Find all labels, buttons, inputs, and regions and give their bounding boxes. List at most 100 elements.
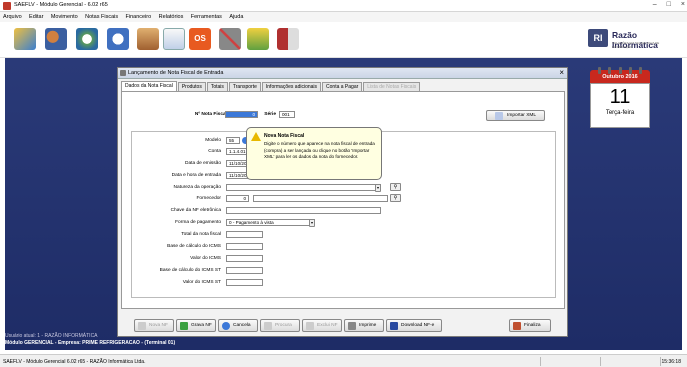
menu-relatorios[interactable]: Relatórios: [156, 12, 187, 22]
chave-label: Chave da NF eletrônica: [170, 208, 221, 213]
calendar-widget: Outubro 2016 11 Terça-feira: [590, 67, 650, 128]
menu-notas-fiscais[interactable]: Notas Fiscais: [82, 12, 121, 22]
grava-nf-button[interactable]: Grava NF: [176, 319, 216, 332]
emissao-label: Data de emissão: [185, 161, 221, 166]
tab-transporte[interactable]: Transporte: [228, 82, 261, 91]
check-icon: [180, 322, 188, 330]
warning-icon: [251, 132, 261, 141]
tools-icon[interactable]: [219, 28, 241, 50]
base-icms-label: Base de cálculo do ICMS: [167, 244, 221, 249]
os-icon[interactable]: OS: [189, 28, 211, 50]
serie-label: Série: [264, 112, 276, 117]
fornecedor-name-input[interactable]: [253, 195, 388, 202]
app-icon: [3, 2, 11, 10]
download-nfe-button[interactable]: Download NF-e: [386, 319, 442, 332]
tab-dados[interactable]: Dados da Nota Fiscal: [121, 81, 177, 91]
natureza-search-icon[interactable]: ⚲: [390, 183, 401, 191]
tooltip-balloon: Nova Nota Fiscal Digite o número que apa…: [246, 127, 382, 180]
tab-conta-pagar[interactable]: Conta a Pagar: [322, 82, 363, 91]
maximize-icon[interactable]: □: [667, 1, 671, 8]
search-icon: [495, 112, 503, 120]
printer-icon: [348, 322, 356, 330]
modelo-label: Modelo: [205, 138, 221, 143]
numero-label: Nº Nota Fiscal: [194, 112, 227, 117]
menu-editar[interactable]: Editar: [26, 12, 46, 22]
finance-icon[interactable]: [76, 28, 98, 50]
nota-fiscal-dialog: Lançamento de Nota Fiscal de Entrada × D…: [117, 67, 568, 337]
valor-st-label: Valor do ICMS ST: [182, 280, 221, 285]
toolbar: OS: [0, 22, 687, 58]
chave-input[interactable]: [226, 207, 381, 214]
current-user-text: Usuário atual: 1 - RAZÃO INFORMÁTICA: [5, 333, 98, 339]
window-title: SAEFLV - Módulo Gerencial - 6.02 r65: [14, 2, 108, 8]
entrada-input[interactable]: 11/10/20: [226, 172, 248, 179]
tab-lista-notas: Lista de Notas Fiscais: [363, 82, 421, 91]
document-icon[interactable]: [163, 28, 185, 50]
chevron-down-icon[interactable]: ▾: [375, 184, 381, 192]
menu-ferramentas[interactable]: Ferramentas: [188, 12, 225, 22]
new-icon: [138, 322, 146, 330]
importar-xml-button[interactable]: Importar XML: [486, 110, 545, 121]
undo-icon: [222, 322, 230, 330]
fornecedor-code-input[interactable]: 0: [226, 195, 249, 202]
tab-informacoes[interactable]: Informações adicionais: [261, 82, 322, 91]
cancela-button[interactable]: Cancela: [218, 319, 258, 332]
status-bar: SAEFLV - Módulo Gerencial 6.02 r65 - RAZ…: [0, 354, 687, 367]
imprime-button[interactable]: Imprime: [344, 319, 384, 332]
base-icms-input[interactable]: [226, 243, 263, 250]
brand-logo: RI Razão Informática SOLUÇÕES EM TECNOLO…: [588, 27, 680, 50]
menu-financeiro[interactable]: Financeiro: [123, 12, 155, 22]
tab-produtos[interactable]: Produtos: [177, 82, 206, 91]
pagamento-chevron-icon[interactable]: ▾: [309, 219, 315, 227]
procura-button[interactable]: Procura: [260, 319, 300, 332]
exclui-nf-button[interactable]: Exclui NF: [302, 319, 342, 332]
total-label: Total da nota fiscal: [181, 232, 221, 237]
tab-totais[interactable]: Totais: [206, 82, 228, 91]
modelo-input[interactable]: 55: [226, 137, 240, 144]
settings-icon[interactable]: [247, 28, 269, 50]
close-icon[interactable]: ×: [681, 1, 685, 8]
calendar-weekday: Terça-feira: [605, 110, 635, 116]
tooltip-title: Nova Nota Fiscal: [264, 133, 305, 139]
title-bar: SAEFLV - Módulo Gerencial - 6.02 r65 – □…: [0, 0, 687, 12]
button-bar: Nova NF Grava NF Cancela Procura Exclui …: [121, 316, 565, 334]
dialog-icon: [120, 70, 126, 76]
total-input[interactable]: [226, 231, 263, 238]
natureza-label: Natureza da operação: [173, 185, 221, 190]
company-text: Módulo GERENCIAL - Empresa: PRIME REFRIG…: [5, 340, 176, 346]
dialog-close-icon[interactable]: ×: [559, 68, 564, 77]
search-icon: [264, 322, 272, 330]
emissao-input[interactable]: 11/10/20: [226, 160, 248, 167]
base-st-label: Base de cálculo do ICMS ST: [159, 268, 221, 273]
clients-icon[interactable]: [45, 28, 67, 50]
conta-input[interactable]: 1.1.4.01: [226, 148, 248, 155]
menu-arquivo[interactable]: Arquivo: [0, 12, 25, 22]
exit-icon[interactable]: [277, 28, 299, 50]
fornecedor-search-icon[interactable]: ⚲: [390, 194, 401, 202]
valor-st-input[interactable]: [226, 279, 263, 286]
status-time: 15:36:18: [661, 359, 681, 365]
status-text: SAEFLV - Módulo Gerencial 6.02 r65 - RAZ…: [3, 359, 146, 365]
tooltip-body: Digite o número que aparece na nota fisc…: [264, 141, 375, 160]
minimize-icon[interactable]: –: [653, 1, 657, 8]
menu-movimento[interactable]: Movimento: [48, 12, 81, 22]
exit-icon: [513, 322, 521, 330]
nova-nf-button[interactable]: Nova NF: [134, 319, 174, 332]
serie-input[interactable]: 001: [279, 111, 295, 118]
box-icon[interactable]: [137, 28, 159, 50]
fornecedor-label: Fornecedor: [196, 196, 221, 201]
download-icon: [390, 322, 398, 330]
valor-icms-input[interactable]: [226, 255, 263, 262]
cash-icon[interactable]: [107, 28, 129, 50]
base-st-input[interactable]: [226, 267, 263, 274]
menu-ajuda[interactable]: Ajuda: [226, 12, 246, 22]
menu-bar: Arquivo Editar Movimento Notas Fiscais F…: [0, 12, 687, 22]
natureza-select[interactable]: [226, 184, 381, 191]
finaliza-button[interactable]: Finaliza: [509, 319, 551, 332]
calendar-day: 11: [609, 86, 631, 108]
products-icon[interactable]: [14, 28, 36, 50]
dialog-title-bar: Lançamento de Nota Fiscal de Entrada ×: [118, 68, 567, 79]
pagamento-select[interactable]: 0 - Pagamento à vista: [226, 219, 315, 226]
tab-strip: Dados da Nota Fiscal Produtos Totais Tra…: [121, 81, 421, 91]
tab-panel: Nº Nota Fiscal 0 Série 001 Importar XML …: [121, 91, 565, 309]
